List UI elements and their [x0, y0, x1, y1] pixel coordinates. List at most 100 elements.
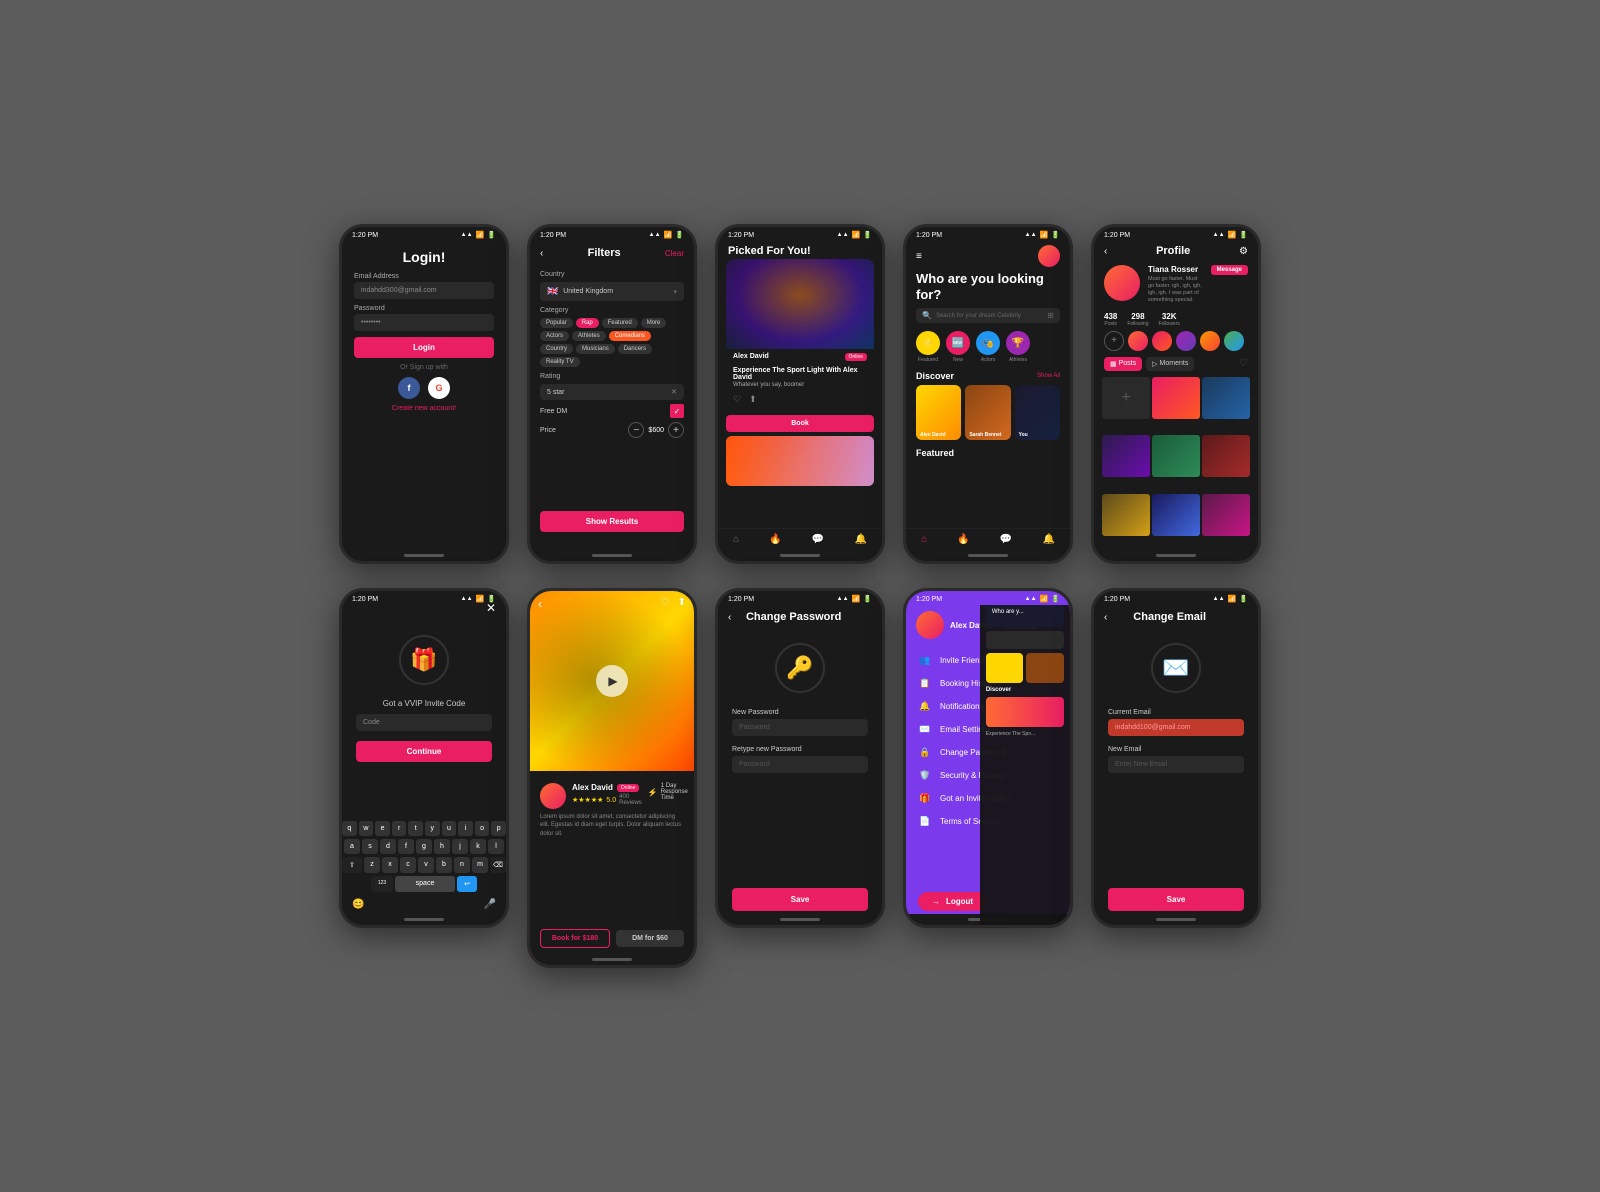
password-input[interactable]: •••••••• — [354, 314, 494, 331]
home-nav-icon[interactable]: ⌂ — [733, 534, 739, 545]
tag-rap[interactable]: Rap — [576, 318, 599, 328]
key-n[interactable]: n — [454, 857, 470, 873]
book-button[interactable]: Book — [726, 415, 874, 432]
key-m[interactable]: m — [472, 857, 488, 873]
post-image-1[interactable] — [1152, 377, 1200, 419]
key-return[interactable]: ↩ — [457, 876, 477, 892]
search-input-text[interactable]: Search for your dream Celebrity — [936, 313, 1043, 319]
story-circle-2[interactable] — [1152, 331, 1172, 351]
key-k[interactable]: k — [470, 839, 486, 854]
chat-nav-icon-4[interactable]: 💬 — [1000, 534, 1012, 545]
key-j[interactable]: j — [452, 839, 468, 854]
change-email-back-icon[interactable]: ‹ — [1104, 612, 1107, 623]
chat-nav-icon[interactable]: 💬 — [812, 534, 824, 545]
profile-back-icon[interactable]: ‹ — [1104, 246, 1107, 257]
invite-code-input[interactable]: Code — [356, 714, 492, 731]
discover-card-3[interactable]: You — [1015, 385, 1060, 440]
story-circle-4[interactable] — [1200, 331, 1220, 351]
post-image-2[interactable] — [1202, 377, 1250, 419]
key-i[interactable]: i — [458, 821, 473, 836]
message-button[interactable]: Message — [1211, 265, 1248, 275]
tag-comedians[interactable]: Comedians — [609, 331, 651, 341]
share-icon[interactable]: ⬆ — [749, 394, 757, 405]
key-w[interactable]: w — [359, 821, 374, 836]
filters-clear-button[interactable]: Clear — [665, 249, 684, 258]
change-password-save-button[interactable]: Save — [732, 888, 868, 911]
change-email-save-button[interactable]: Save — [1108, 888, 1244, 911]
tab-moments[interactable]: ▷ Moments — [1146, 357, 1194, 371]
tag-more[interactable]: More — [641, 318, 667, 328]
new-password-input[interactable]: Password — [732, 719, 868, 736]
tag-popular[interactable]: Popular — [540, 318, 573, 328]
price-increase-button[interactable]: + — [668, 422, 684, 438]
artist-play-button[interactable] — [596, 665, 628, 697]
key-t[interactable]: t — [408, 821, 423, 836]
logout-button[interactable]: → Logout — [918, 892, 987, 911]
key-r[interactable]: r — [392, 821, 407, 836]
invite-close-button[interactable]: ✕ — [486, 601, 496, 615]
key-f[interactable]: f — [398, 839, 414, 854]
emoji-icon[interactable]: 😊 — [352, 899, 364, 910]
price-decrease-button[interactable]: − — [628, 422, 644, 438]
key-v[interactable]: v — [418, 857, 434, 873]
rating-selector[interactable]: 5 star ✕ — [540, 384, 684, 400]
cat-athletes[interactable]: 🏆 Athletes — [1006, 331, 1030, 363]
post-image-8[interactable] — [1202, 494, 1250, 536]
change-password-back-icon[interactable]: ‹ — [728, 612, 731, 623]
create-account-link[interactable]: Create new account! — [354, 405, 494, 412]
discover-card-1[interactable]: Alex David — [916, 385, 961, 440]
retype-password-input[interactable]: Password — [732, 756, 868, 773]
key-d[interactable]: d — [380, 839, 396, 854]
key-p[interactable]: p — [491, 821, 506, 836]
key-l[interactable]: l — [488, 839, 504, 854]
key-s[interactable]: s — [362, 839, 378, 854]
dm-artist-button[interactable]: DM for $60 — [616, 930, 684, 947]
show-all-button[interactable]: Show All — [1037, 373, 1060, 379]
post-image-5[interactable] — [1202, 435, 1250, 477]
home-nav-icon-4[interactable]: ⌂ — [921, 534, 927, 545]
user-avatar-sm[interactable] — [1038, 245, 1060, 267]
key-e[interactable]: e — [375, 821, 390, 836]
search-bar[interactable]: 🔍 Search for your dream Celebrity ⊞ — [916, 308, 1060, 323]
cat-featured[interactable]: ⭐ Featured — [916, 331, 940, 363]
bell-nav-icon-4[interactable]: 🔔 — [1042, 534, 1054, 545]
tag-musicians[interactable]: Musicians — [576, 344, 615, 354]
key-q[interactable]: q — [342, 821, 357, 836]
rating-close-icon[interactable]: ✕ — [671, 388, 677, 396]
key-b[interactable]: b — [436, 857, 452, 873]
free-dm-toggle[interactable]: Free DM ✓ — [540, 404, 684, 418]
cat-new[interactable]: 🆕 New — [946, 331, 970, 363]
filters-back-icon[interactable]: ‹ — [540, 248, 543, 259]
free-dm-checkbox[interactable]: ✓ — [670, 404, 684, 418]
heart-hero-icon[interactable]: ♡ — [661, 597, 670, 608]
discover-card-2[interactable]: Sarah Bennet — [965, 385, 1010, 440]
artist-back-icon[interactable]: ‹ — [538, 597, 542, 611]
fire-nav-icon-4[interactable]: 🔥 — [957, 534, 969, 545]
tag-actors[interactable]: Actors — [540, 331, 569, 341]
key-backspace[interactable]: ⌫ — [490, 857, 506, 873]
filter-icon[interactable]: ⊞ — [1047, 311, 1054, 320]
google-button[interactable]: G — [428, 377, 450, 399]
key-z[interactable]: z — [364, 857, 380, 873]
show-results-button[interactable]: Show Results — [540, 511, 684, 532]
post-image-3[interactable] — [1102, 435, 1150, 477]
continue-button[interactable]: Continue — [356, 741, 492, 762]
key-o[interactable]: o — [475, 821, 490, 836]
tag-athletes[interactable]: Athletes — [572, 331, 606, 341]
share-hero-icon[interactable]: ⬆ — [678, 597, 686, 608]
email-input[interactable]: indahdd300@gmail.com — [354, 282, 494, 299]
current-email-input[interactable]: indahdd100@gmail.com — [1108, 719, 1244, 736]
tag-dancers[interactable]: Dancers — [618, 344, 652, 354]
story-circle-3[interactable] — [1176, 331, 1196, 351]
login-button[interactable]: Login — [354, 337, 494, 358]
mic-icon[interactable]: 🎤 — [484, 899, 496, 910]
key-g[interactable]: g — [416, 839, 432, 854]
story-circle-5[interactable] — [1224, 331, 1244, 351]
key-123[interactable]: 123 — [371, 876, 393, 892]
add-post-button[interactable]: + — [1102, 377, 1150, 419]
country-selector[interactable]: 🇬🇧 United Kingdom ▾ — [540, 282, 684, 301]
settings-gear-icon[interactable]: ⚙ — [1239, 246, 1248, 257]
facebook-button[interactable]: f — [398, 377, 420, 399]
heart-icon-profile[interactable]: ♡ — [1239, 358, 1248, 369]
fire-nav-icon[interactable]: 🔥 — [769, 534, 781, 545]
